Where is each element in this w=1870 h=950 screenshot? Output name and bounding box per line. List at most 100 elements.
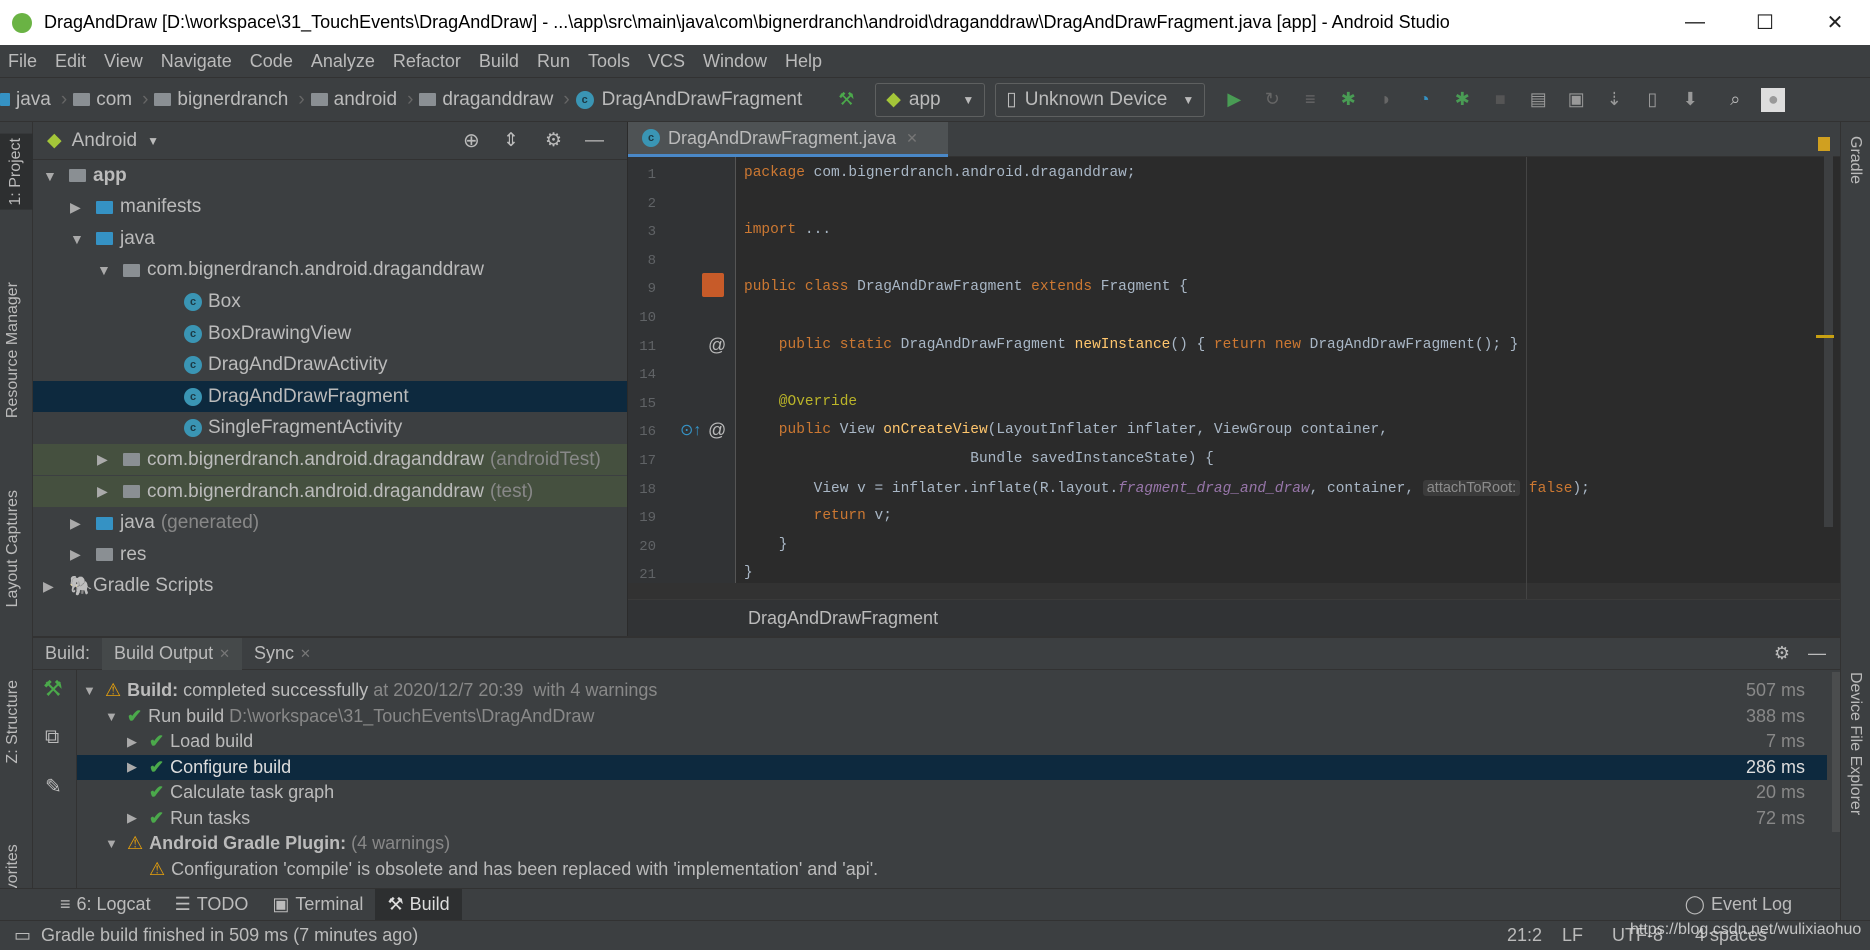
- tree-item[interactable]: c Box: [33, 286, 627, 317]
- tree-item[interactable]: ▶ com.bignerdranch.android.draganddraw (te…: [33, 476, 627, 507]
- close-button[interactable]: ✕: [1800, 0, 1870, 45]
- menu-help[interactable]: Help: [785, 51, 822, 72]
- override-icon[interactable]: @: [708, 420, 726, 441]
- tree-item[interactable]: c SingleFragmentActivity: [33, 413, 627, 444]
- build-tree-row[interactable]: ⚠ Configuration 'compile' is obsolete and…: [77, 857, 1827, 883]
- close-tab-icon[interactable]: ✕: [906, 130, 918, 147]
- code-line[interactable]: View v = inflater.inflate(R.layout.fragm…: [744, 479, 1590, 497]
- menu-navigate[interactable]: Navigate: [161, 51, 232, 72]
- tree-item[interactable]: ▶ com.bignerdranch.android.draganddraw (an…: [33, 444, 627, 476]
- code-line[interactable]: return v;: [744, 508, 892, 524]
- chevron-down-icon[interactable]: ▼: [147, 134, 159, 148]
- debug-icon[interactable]: ✱: [1336, 88, 1360, 112]
- account-icon[interactable]: ●: [1761, 87, 1786, 112]
- minimize-button[interactable]: —: [1660, 0, 1730, 45]
- hide-panel-icon[interactable]: —: [585, 130, 604, 152]
- tool-tab-structure[interactable]: Z: Structure: [4, 680, 22, 764]
- attach-debugger-icon[interactable]: ✱: [1450, 88, 1474, 112]
- stop-icon[interactable]: ■: [1488, 88, 1512, 112]
- tab-sync[interactable]: Sync ✕: [242, 638, 323, 670]
- tool-tab-gradle[interactable]: Gradle: [1846, 136, 1864, 184]
- expand-arrow-icon[interactable]: ▶: [127, 810, 149, 826]
- gear-icon[interactable]: ⚙: [545, 129, 562, 152]
- tool-tab-device-file-explorer[interactable]: Device File Explorer: [1846, 672, 1864, 815]
- editor-tab-dragdrawfragment[interactable]: c DragAndDrawFragment.java ✕: [628, 122, 948, 157]
- tree-item[interactable]: ▼ app: [33, 160, 627, 191]
- close-tab-icon[interactable]: ✕: [219, 646, 230, 662]
- expand-arrow-icon[interactable]: ▶: [70, 199, 81, 216]
- build-tree-row[interactable]: ✔ Calculate task graph 20 ms: [77, 780, 1827, 806]
- collapse-arrow-icon[interactable]: ▼: [43, 168, 57, 184]
- layout-inspector-icon[interactable]: ▣: [1564, 88, 1588, 112]
- menu-edit[interactable]: Edit: [55, 51, 86, 72]
- breadcrumb-draganddraw[interactable]: draganddraw: [419, 89, 553, 111]
- line-separator[interactable]: LF: [1562, 925, 1583, 946]
- hide-panel-icon[interactable]: —: [1808, 643, 1826, 664]
- expand-arrow-icon[interactable]: ▶: [70, 515, 81, 532]
- warning-marker[interactable]: [1816, 335, 1834, 338]
- tree-item[interactable]: ▼ com.bignerdranch.android.draganddraw: [33, 255, 627, 286]
- sdk-manager-icon[interactable]: ⬇: [1678, 88, 1702, 112]
- code-line[interactable]: }: [744, 565, 753, 581]
- breadcrumb-java[interactable]: java: [0, 89, 51, 111]
- tree-item[interactable]: ▼ java: [33, 223, 627, 254]
- expand-arrow-icon[interactable]: ▶: [97, 483, 108, 500]
- expand-arrow-icon[interactable]: ▶: [97, 451, 108, 468]
- hammer-icon[interactable]: ⚒: [43, 676, 63, 702]
- collapse-arrow-icon[interactable]: ▼: [97, 262, 111, 278]
- collapse-arrow-icon[interactable]: ▼: [83, 683, 105, 698]
- code-line[interactable]: @Override: [744, 394, 857, 410]
- override-icon[interactable]: @: [708, 335, 726, 356]
- collapse-all-icon[interactable]: ⇕: [503, 129, 519, 152]
- run-config-select[interactable]: ◆ app ▼: [875, 82, 986, 117]
- build-tree-row[interactable]: ▼ ✔ Run build D:\workspace\31_TouchEvents\…: [77, 704, 1827, 730]
- menu-file[interactable]: File: [8, 51, 37, 72]
- code-line[interactable]: package com.bignerdranch.android.dragand…: [744, 165, 1136, 181]
- menu-build[interactable]: Build: [479, 51, 519, 72]
- collapse-arrow-icon[interactable]: ▼: [70, 231, 84, 247]
- pin-icon[interactable]: ✎: [45, 774, 62, 799]
- expand-arrow-icon[interactable]: ▶: [127, 759, 149, 775]
- editor-scrollbar[interactable]: [1824, 152, 1833, 527]
- toggle-view-icon[interactable]: ⧉: [45, 726, 59, 749]
- project-view-select[interactable]: Android: [72, 130, 138, 152]
- build-tree-row[interactable]: ▼ ⚠ Android Gradle Plugin: (4 warnings): [77, 831, 1827, 857]
- caret-position[interactable]: 21:2: [1507, 925, 1542, 946]
- run-icon[interactable]: ▶: [1222, 88, 1246, 112]
- tree-item[interactable]: ▶ java (generated): [33, 508, 627, 539]
- menu-code[interactable]: Code: [250, 51, 293, 72]
- collapse-arrow-icon[interactable]: ▼: [105, 709, 127, 724]
- code-line[interactable]: }: [744, 537, 788, 553]
- code-line[interactable]: import ...: [744, 222, 831, 238]
- tool-tab-layout-captures[interactable]: Layout Captures: [4, 490, 22, 607]
- menu-view[interactable]: View: [104, 51, 143, 72]
- inspection-status-icon[interactable]: [1818, 137, 1830, 151]
- build-tree-row[interactable]: ▶ ✔ Run tasks 72 ms: [77, 806, 1827, 832]
- gear-icon[interactable]: ⚙: [1774, 643, 1790, 664]
- tool-tab-project[interactable]: 1: Project: [0, 134, 33, 210]
- build-scrollbar[interactable]: [1832, 672, 1840, 832]
- overrides-method-icon[interactable]: ⊙↑: [680, 420, 701, 440]
- breadcrumb-com[interactable]: com: [73, 89, 132, 111]
- gradle-sync-icon[interactable]: ⇣: [1602, 88, 1626, 112]
- breadcrumb-android[interactable]: android: [310, 89, 397, 111]
- breadcrumb-class[interactable]: c DragAndDrawFragment: [575, 89, 802, 111]
- device-select[interactable]: ▯ Unknown Device ▼: [995, 82, 1206, 117]
- tree-item[interactable]: ▶ manifests: [33, 192, 627, 223]
- editor-breadcrumb[interactable]: DragAndDrawFragment: [628, 599, 1840, 636]
- tree-item[interactable]: c DragAndDrawActivity: [33, 350, 627, 381]
- maximize-button[interactable]: ☐: [1730, 0, 1800, 45]
- tool-tab-event-log[interactable]: ◯ Event Log: [1673, 889, 1804, 921]
- tool-tab-terminal[interactable]: ▣ Terminal: [260, 889, 375, 921]
- build-tree-row[interactable]: ▼ ⚠ Build: completed successfully at 2020/…: [77, 678, 1827, 704]
- avd-manager-icon[interactable]: ▯: [1640, 88, 1664, 112]
- tool-tab-resource-manager[interactable]: Resource Manager: [4, 282, 22, 418]
- breadcrumb-bignerdranch[interactable]: bignerdranch: [154, 89, 288, 111]
- apply-code-changes-icon[interactable]: ≡: [1298, 88, 1322, 112]
- code-line[interactable]: public class DragAndDrawFragment extends…: [744, 279, 1188, 295]
- menu-analyze[interactable]: Analyze: [311, 51, 375, 72]
- locate-icon[interactable]: ⊕: [463, 128, 480, 153]
- tool-tab-build[interactable]: ⚒ Build: [375, 888, 462, 921]
- panel-toggle-icon[interactable]: ▭: [14, 925, 31, 946]
- menu-run[interactable]: Run: [537, 51, 570, 72]
